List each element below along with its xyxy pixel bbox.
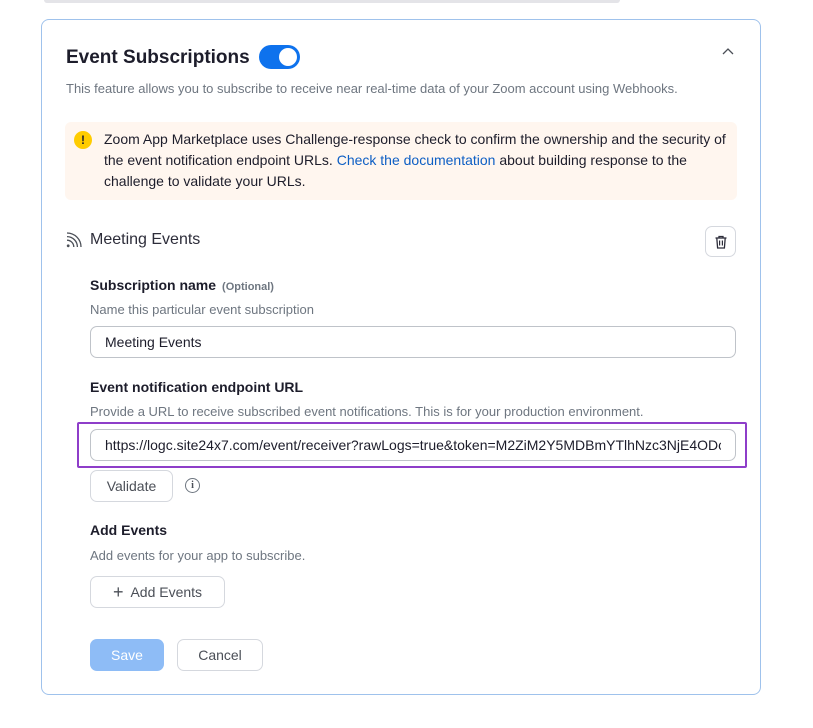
- previous-card-edge: [44, 0, 620, 3]
- subscription-name-input[interactable]: [90, 326, 736, 358]
- event-subscriptions-card: Event Subscriptions This feature allows …: [41, 19, 761, 695]
- challenge-response-notice: ! Zoom App Marketplace uses Challenge-re…: [65, 122, 737, 200]
- chevron-up-icon[interactable]: [720, 44, 736, 60]
- trash-icon: [715, 235, 726, 249]
- endpoint-url-input[interactable]: [90, 429, 736, 461]
- delete-subscription-button[interactable]: [705, 226, 736, 257]
- optional-tag: (Optional): [222, 281, 274, 293]
- subscription-heading: Meeting Events: [90, 231, 201, 248]
- info-icon[interactable]: i: [185, 478, 200, 493]
- add-events-button[interactable]: + Add Events: [90, 576, 225, 608]
- notice-text: Zoom App Marketplace uses Challenge-resp…: [104, 129, 732, 192]
- section-title: Event Subscriptions: [66, 47, 250, 68]
- endpoint-url-label: Event notification endpoint URL: [90, 379, 304, 395]
- section-description: This feature allows you to subscribe to …: [66, 81, 678, 96]
- add-events-label: Add Events: [90, 522, 168, 538]
- add-events-help: Add events for your app to subscribe.: [90, 548, 306, 563]
- validate-button[interactable]: Validate: [90, 470, 173, 502]
- plus-icon: +: [112, 582, 124, 602]
- warning-icon: !: [74, 131, 92, 149]
- toggle-knob: [279, 48, 297, 66]
- event-subscriptions-toggle[interactable]: [259, 45, 300, 69]
- subscription-name-label: Subscription name (Optional): [90, 277, 274, 293]
- add-events-button-label: Add Events: [130, 584, 203, 600]
- subscription-name-help: Name this particular event subscription: [90, 302, 314, 317]
- cancel-button[interactable]: Cancel: [177, 639, 263, 671]
- endpoint-url-help: Provide a URL to receive subscribed even…: [90, 404, 644, 419]
- rss-feed-icon: [66, 232, 82, 248]
- save-button[interactable]: Save: [90, 639, 164, 671]
- subscription-name-label-text: Subscription name: [90, 277, 217, 293]
- documentation-link[interactable]: Check the documentation: [337, 152, 496, 168]
